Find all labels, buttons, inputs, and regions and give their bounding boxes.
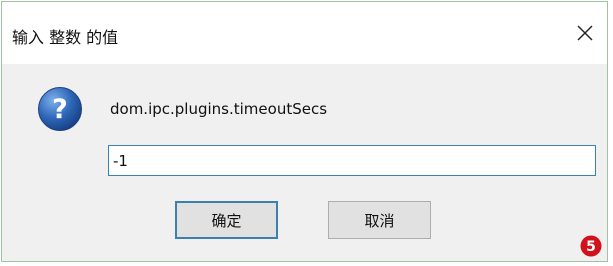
cancel-button[interactable]: 取消 [328, 201, 431, 239]
dialog-title: 输入 整数 的值 [12, 28, 119, 47]
svg-text:?: ? [52, 94, 68, 125]
dialog-window: 输入 整数 的值 ? dom.ipc.plugins.timeoutSecs 确… [1, 1, 608, 262]
step-badge-number: 5 [586, 239, 596, 255]
prompt-label: dom.ipc.plugins.timeoutSecs [110, 100, 328, 118]
dialog-content: ? dom.ipc.plugins.timeoutSecs 确定 取消 [2, 64, 607, 261]
close-icon [577, 25, 593, 41]
title-bar: 输入 整数 的值 [2, 2, 607, 64]
value-input[interactable] [108, 145, 596, 176]
ok-button[interactable]: 确定 [175, 201, 278, 239]
close-button[interactable] [567, 14, 603, 52]
step-number-badge: 5 [580, 235, 602, 257]
question-icon: ? [38, 87, 82, 131]
